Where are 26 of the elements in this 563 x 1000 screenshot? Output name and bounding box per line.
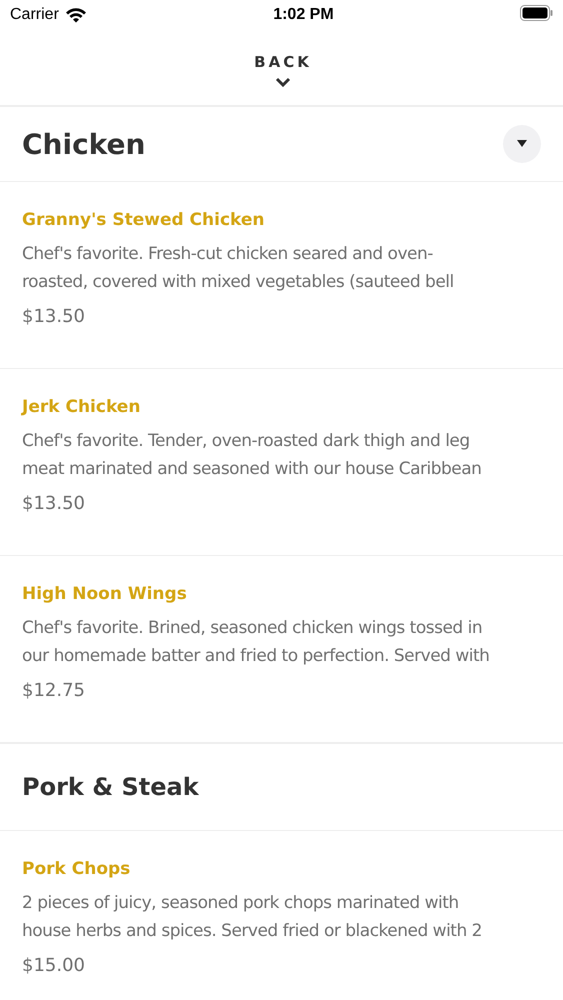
dish-price: $13.50 xyxy=(22,306,85,327)
section-title: Pork & Steak xyxy=(22,773,199,801)
dish-name[interactable]: Jerk Chicken xyxy=(22,397,140,417)
status-time: 1:02 PM xyxy=(273,6,334,24)
dish-name[interactable]: Granny's Stewed Chicken xyxy=(22,210,265,230)
dropdown-button[interactable] xyxy=(503,125,541,163)
carrier-label: Carrier xyxy=(10,6,59,24)
battery-icon xyxy=(520,4,553,20)
dish-description: meat marinated and seasoned with our house Caribbean xyxy=(22,458,482,481)
dish-description: roasted, covered with mixed vegetables (sauteed bell xyxy=(22,271,454,294)
dish-description: 2 pieces of juicy, seasoned pork chops marinated with xyxy=(22,892,460,915)
wifi-icon xyxy=(64,7,87,23)
dish-description: Chef's favorite. Fresh-cut chicken seared and oven- xyxy=(22,243,434,266)
chevron-down-icon xyxy=(275,77,291,87)
dish-price: $12.75 xyxy=(22,680,85,701)
dish-price: $13.50 xyxy=(22,493,85,514)
dish-name[interactable]: Pork Chops xyxy=(22,859,130,879)
dish-description: house herbs and spices. Served fried or blackened with 2 xyxy=(22,920,482,943)
dish-description: Chef's favorite. Brined, seasoned chicken wings tossed in xyxy=(22,617,484,640)
caret-icon xyxy=(517,140,527,148)
dish-price: $15.00 xyxy=(22,955,85,976)
section-title: Chicken xyxy=(22,128,146,160)
dish-description: Chef's favorite. Tender, oven-roasted dark thigh and leg xyxy=(22,430,471,453)
dish-name[interactable]: High Noon Wings xyxy=(22,584,187,604)
dish-description: our homemade batter and fried to perfection. Served with xyxy=(22,645,490,668)
back-button[interactable]: BACK xyxy=(251,53,312,87)
